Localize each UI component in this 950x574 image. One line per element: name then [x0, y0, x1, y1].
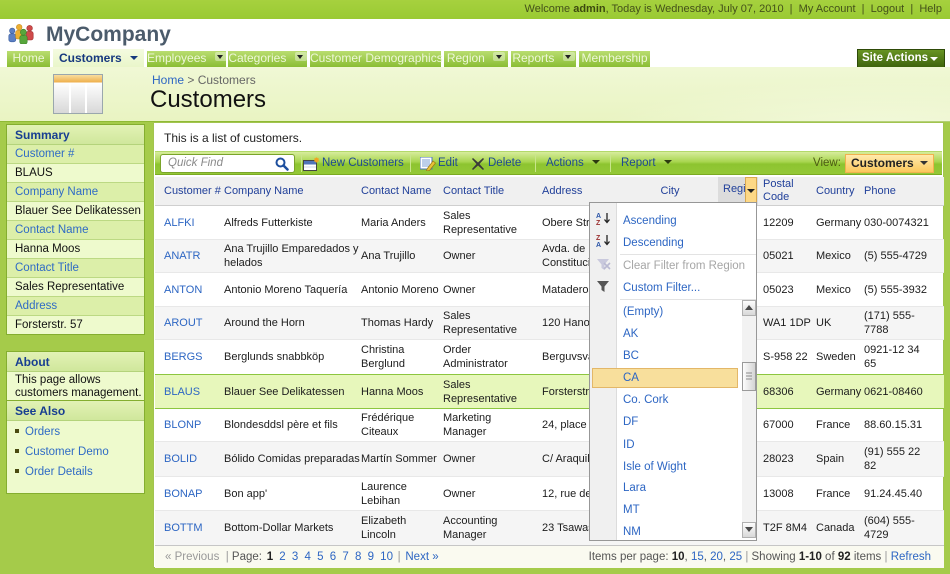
svg-text:Z: Z	[596, 235, 601, 242]
svg-text:Z: Z	[596, 220, 601, 226]
svg-text:A: A	[596, 242, 601, 248]
svg-text:A: A	[596, 213, 601, 220]
